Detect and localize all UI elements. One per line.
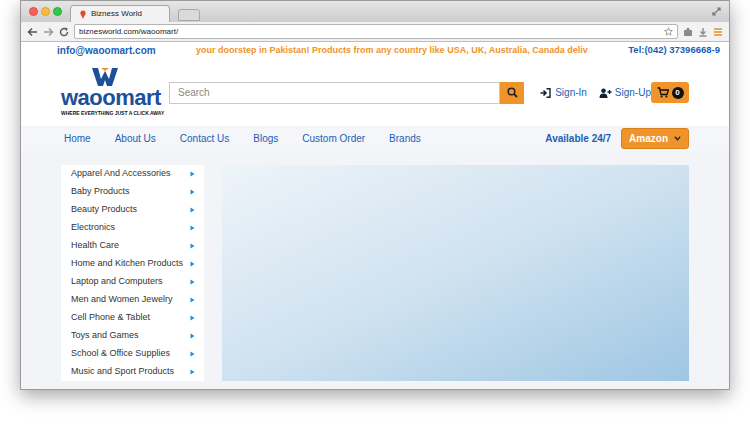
- category-label: Cell Phone & Tablet: [71, 311, 150, 325]
- menu-icon[interactable]: [713, 27, 723, 37]
- chevron-down-icon: [674, 136, 681, 141]
- sign-up-label: Sign-Up: [615, 85, 651, 100]
- category-item[interactable]: Home and Kitchen Products: [61, 255, 204, 273]
- marquee-text: your doorstep in Pakistan! Products from…: [196, 44, 588, 58]
- category-label: Men and Women Jewelry: [71, 293, 172, 307]
- nav-item[interactable]: Contact Us: [180, 131, 229, 146]
- chevron-right-icon: [190, 369, 195, 375]
- category-label: School & Office Supplies: [71, 347, 170, 361]
- hero-banner[interactable]: [222, 165, 689, 381]
- category-label: Music and Sport Products: [71, 365, 174, 379]
- forward-icon[interactable]: [43, 27, 54, 37]
- main-nav: Home About Us Contact Us Blogs Custom Order B…: [61, 131, 421, 146]
- search-button[interactable]: [500, 82, 524, 104]
- chevron-right-icon: [190, 279, 195, 285]
- info-bar: info@waoomart.com your doorstep in Pakis…: [28, 42, 722, 59]
- nav-item[interactable]: Blogs: [253, 131, 278, 146]
- web-page: info@waoomart.com your doorstep in Pakis…: [21, 42, 729, 389]
- cart-icon: [657, 87, 669, 98]
- chevron-right-icon: [190, 333, 195, 339]
- nav-strip: Home About Us Contact Us Blogs Custom Order B…: [21, 126, 729, 151]
- chevron-right-icon: [190, 225, 195, 231]
- star-icon[interactable]: [664, 27, 673, 36]
- category-label: Laptop and Computers: [71, 275, 163, 289]
- reload-icon[interactable]: [59, 27, 69, 37]
- address-bar: biznesworld.com/waoomart/: [21, 22, 729, 42]
- store-select[interactable]: Amazon: [621, 128, 689, 149]
- chevron-right-icon: [190, 297, 195, 303]
- new-tab-button[interactable]: [178, 9, 200, 21]
- category-item[interactable]: Electronics: [61, 219, 204, 237]
- chevron-right-icon: [190, 315, 195, 321]
- chevron-right-icon: [190, 243, 195, 249]
- window-controls: [29, 7, 62, 16]
- url-field[interactable]: biznesworld.com/waoomart/: [74, 24, 678, 39]
- close-icon[interactable]: [29, 7, 38, 16]
- nav-item[interactable]: Custom Order: [302, 131, 365, 146]
- pin-icon: [79, 10, 87, 19]
- tab-strip: Bizness World: [21, 1, 729, 22]
- logo-mark-icon: [91, 67, 119, 87]
- cart-badge: 0: [672, 87, 684, 99]
- category-label: Health Care: [71, 239, 119, 253]
- category-item[interactable]: Health Care: [61, 237, 204, 255]
- category-item[interactable]: School & Office Supplies: [61, 345, 204, 363]
- category-sidebar: Apparel And Accessories Baby Products Beau…: [61, 165, 204, 381]
- user-plus-icon: [599, 88, 612, 98]
- chevron-right-icon: [190, 261, 195, 267]
- category-item[interactable]: Apparel And Accessories: [61, 165, 204, 183]
- email-link[interactable]: info@waoomart.com: [28, 43, 156, 58]
- category-item[interactable]: Men and Women Jewelry: [61, 291, 204, 309]
- category-item[interactable]: Laptop and Computers: [61, 273, 204, 291]
- logo-text: waoomart: [61, 87, 161, 109]
- chevron-right-icon: [190, 189, 195, 195]
- category-item[interactable]: Music and Sport Products: [61, 363, 204, 381]
- logo-tagline: WHERE EVERYTHING JUST A CLICK AWAY: [61, 110, 164, 118]
- back-icon[interactable]: [27, 27, 38, 37]
- maximize-icon[interactable]: [53, 7, 62, 16]
- phone-number: Tel:(042) 37396668-9: [628, 43, 722, 57]
- category-label: Apparel And Accessories: [71, 167, 171, 181]
- cart-button[interactable]: 0: [651, 82, 689, 103]
- category-label: Baby Products: [71, 185, 130, 199]
- category-label: Toys and Games: [71, 329, 139, 343]
- download-icon[interactable]: [698, 27, 708, 37]
- category-item[interactable]: Baby Products: [61, 183, 204, 201]
- category-item[interactable]: Beauty Products: [61, 201, 204, 219]
- url-text: biznesworld.com/waoomart/: [79, 26, 178, 38]
- sign-in-link[interactable]: Sign-In: [540, 85, 587, 100]
- content-area: Apparel And Accessories Baby Products Beau…: [21, 151, 729, 389]
- browser-window: Bizness World biznesworld.com/waoomart/ …: [20, 0, 730, 390]
- store-select-value: Amazon: [629, 131, 668, 146]
- availability-label: Available 24/7: [545, 131, 611, 146]
- nav-item[interactable]: Brands: [389, 131, 421, 146]
- category-label: Electronics: [71, 221, 115, 235]
- nav-item[interactable]: About Us: [115, 131, 156, 146]
- category-label: Beauty Products: [71, 203, 137, 217]
- tab-title: Bizness World: [91, 8, 142, 20]
- fullscreen-icon[interactable]: [712, 7, 721, 16]
- minimize-icon[interactable]: [41, 7, 50, 16]
- search-icon: [507, 87, 518, 98]
- logo[interactable]: waoomart WHERE EVERYTHING JUST A CLICK A…: [61, 67, 161, 118]
- extension-icon[interactable]: [683, 27, 693, 37]
- header: waoomart WHERE EVERYTHING JUST A CLICK A…: [61, 59, 689, 126]
- browser-tab[interactable]: Bizness World: [70, 5, 170, 22]
- category-item[interactable]: Cell Phone & Tablet: [61, 309, 204, 327]
- category-label: Home and Kitchen Products: [71, 257, 183, 271]
- chevron-right-icon: [190, 207, 195, 213]
- chevron-right-icon: [190, 351, 195, 357]
- sign-in-icon: [540, 88, 551, 98]
- nav-item[interactable]: Home: [64, 131, 91, 146]
- chevron-right-icon: [190, 171, 195, 177]
- search-bar: [169, 82, 524, 104]
- category-item[interactable]: Toys and Games: [61, 327, 204, 345]
- search-input[interactable]: [169, 82, 500, 104]
- sign-up-link[interactable]: Sign-Up: [599, 85, 651, 100]
- sign-in-label: Sign-In: [555, 85, 587, 100]
